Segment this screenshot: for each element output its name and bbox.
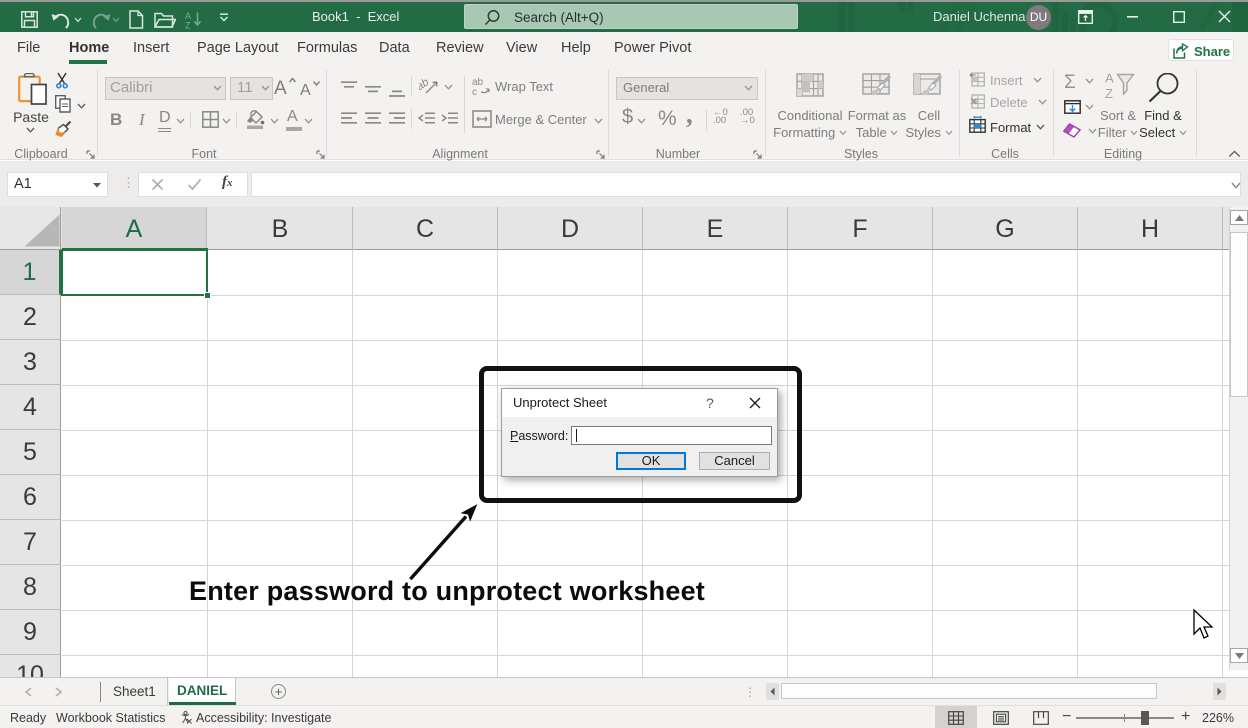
svg-text:A: A <box>300 82 311 97</box>
svg-text:A: A <box>274 78 287 97</box>
svg-text:A: A <box>185 11 191 21</box>
svg-text:ab: ab <box>419 77 431 93</box>
svg-text:Z: Z <box>185 21 191 30</box>
svg-text:A: A <box>1105 71 1114 86</box>
svg-text:Z: Z <box>1105 86 1113 100</box>
svg-text:c: c <box>472 87 477 96</box>
